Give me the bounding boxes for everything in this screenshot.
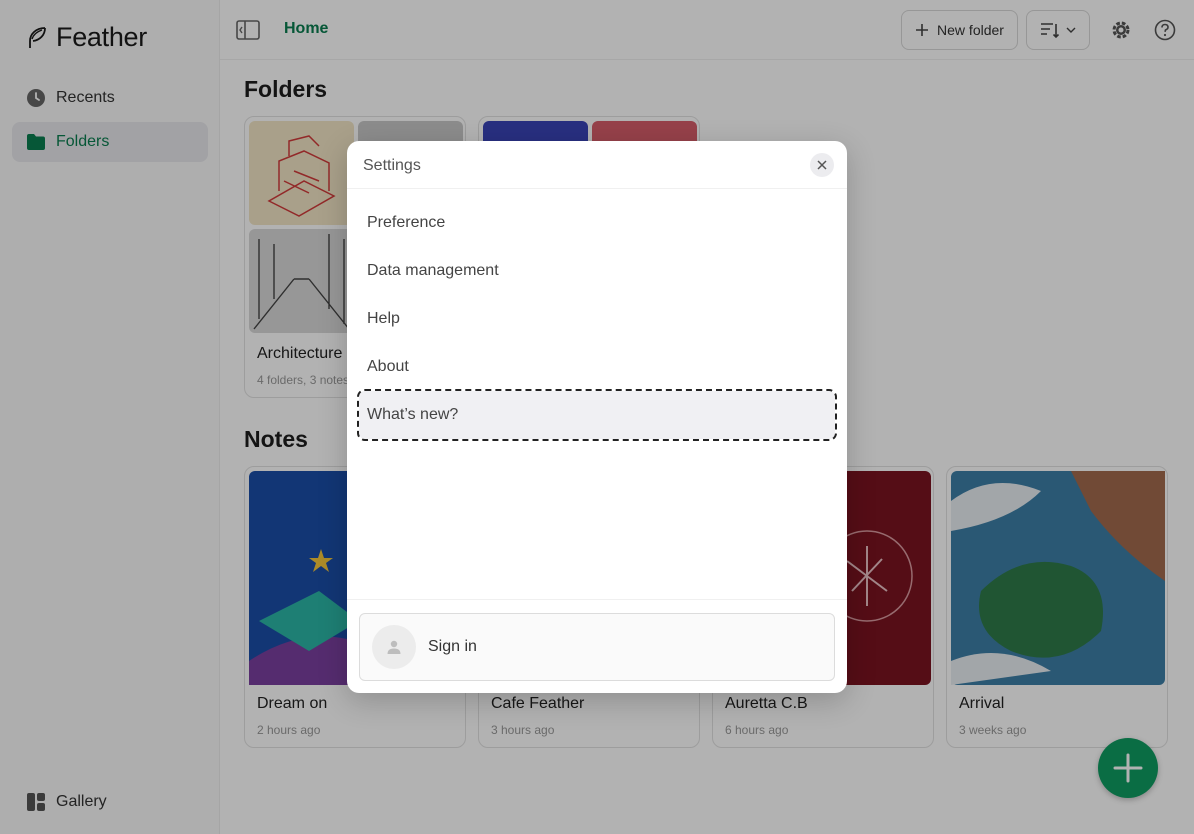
avatar xyxy=(372,625,416,669)
settings-item-help[interactable]: Help xyxy=(359,297,835,341)
settings-item-whats-new[interactable]: What’s new? xyxy=(357,389,837,441)
user-icon xyxy=(387,640,401,654)
close-button[interactable] xyxy=(810,153,834,177)
settings-header: Settings xyxy=(347,141,847,189)
sign-in-label: Sign in xyxy=(428,638,477,655)
settings-item-data-management[interactable]: Data management xyxy=(359,249,835,293)
divider xyxy=(347,599,847,600)
settings-title: Settings xyxy=(363,157,421,174)
settings-dialog: Settings Preference Data management Help… xyxy=(347,141,847,693)
sign-in-button[interactable]: Sign in xyxy=(359,613,835,681)
close-icon xyxy=(817,160,827,170)
settings-item-preference[interactable]: Preference xyxy=(359,201,835,245)
settings-item-about[interactable]: About xyxy=(359,345,835,389)
